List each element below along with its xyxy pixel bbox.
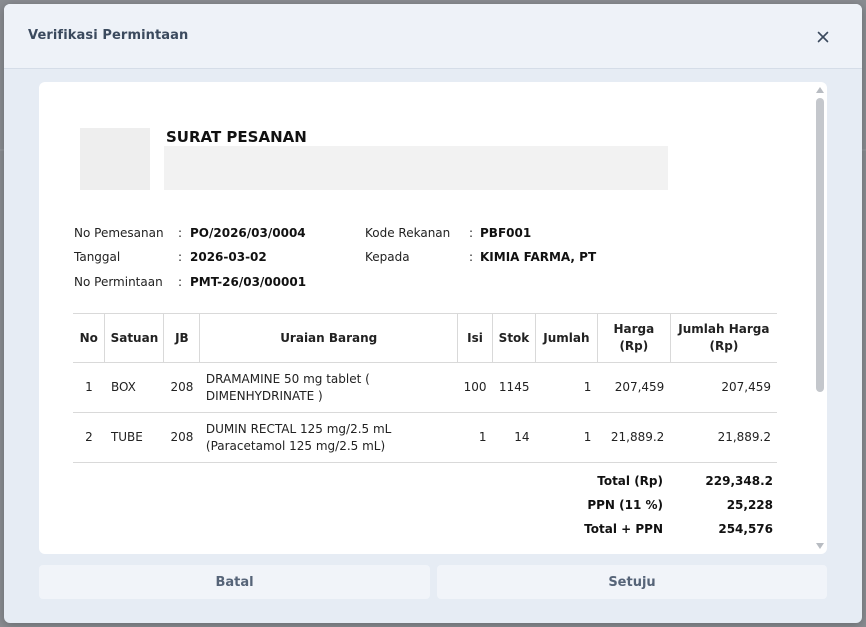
col-jumlah-harga-line1: Jumlah Harga <box>678 322 770 336</box>
cell-uraian-line2: (Paracetamol 125 mg/2.5 mL) <box>205 438 386 453</box>
cell-isi: 100 <box>457 362 493 413</box>
cell-jumlah: 1 <box>535 362 598 413</box>
cell-stok: 1145 <box>492 362 536 413</box>
table-header-row: No Satuan JB Uraian Barang Isi Stok Juml… <box>73 313 777 363</box>
no-pemesanan-value: PO/2026/03/0004 <box>190 226 306 240</box>
total-label: Total (Rp) <box>597 474 663 488</box>
cell-uraian-line1: DUMIN RECTAL 125 mg/2.5 mL <box>205 421 392 436</box>
totals-block: Total (Rp) 229,348.2 PPN (11 %) 25,228 T… <box>523 474 783 544</box>
arrow-up-icon[interactable] <box>815 85 825 95</box>
col-jumlah-harga: Jumlah Harga (Rp) <box>670 313 777 363</box>
document-preview[interactable]: SURAT PESANAN No Pemesanan : PO/2026/03/… <box>39 82 827 554</box>
colon: : <box>178 275 183 289</box>
modal-title: Verifikasi Permintaan <box>28 28 189 43</box>
col-no: No <box>73 313 106 363</box>
vertical-scrollbar[interactable] <box>813 82 827 554</box>
cell-jb: 208 <box>163 412 200 463</box>
tanggal-value: 2026-03-02 <box>190 250 267 264</box>
cancel-button[interactable]: Batal <box>39 565 430 599</box>
cell-uraian: DUMIN RECTAL 125 mg/2.5 mL (Paracetamol … <box>199 412 458 463</box>
cell-uraian: DRAMAMINE 50 mg tablet ( DIMENHYDRINATE … <box>199 362 458 413</box>
col-isi: Isi <box>457 313 493 363</box>
cell-jumlah: 1 <box>535 412 598 463</box>
verification-modal: Verifikasi Permintaan SURAT PESANAN No P… <box>4 4 862 623</box>
close-button[interactable] <box>812 26 834 48</box>
grand-total-label: Total + PPN <box>584 522 663 536</box>
supplier-meta: Kode Rekanan : PBF001 Kepada : KIMIA FAR… <box>365 226 625 276</box>
no-permintaan-value: PMT-26/03/00001 <box>190 275 307 289</box>
col-jb: JB <box>163 313 201 363</box>
cell-satuan: TUBE <box>104 412 164 463</box>
colon: : <box>178 250 183 264</box>
cell-jumlah-harga: 21,889.2 <box>670 412 777 463</box>
modal-header: Verifikasi Permintaan <box>4 4 862 69</box>
colon: : <box>469 226 474 240</box>
cell-uraian-line2: DIMENHYDRINATE ) <box>205 388 323 403</box>
ppn-label: PPN (11 %) <box>587 498 663 512</box>
cell-satuan: BOX <box>104 362 164 413</box>
cell-no: 2 <box>73 412 105 463</box>
cell-jb: 208 <box>163 362 200 413</box>
scrollbar-thumb[interactable] <box>816 98 824 392</box>
kepada-value: KIMIA FARMA, PT <box>480 250 597 264</box>
table-row: 2 TUBE 208 DUMIN RECTAL 125 mg/2.5 mL (P… <box>73 412 777 463</box>
cell-uraian-line1: DRAMAMINE 50 mg tablet ( <box>205 371 370 386</box>
col-jumlah: Jumlah <box>535 313 598 363</box>
col-jumlah-harga-line2: (Rp) <box>709 339 739 353</box>
kode-rekanan-value: PBF001 <box>480 226 532 240</box>
col-stok: Stok <box>492 313 536 363</box>
kode-rekanan-label: Kode Rekanan <box>365 226 451 240</box>
arrow-down-icon[interactable] <box>815 541 825 551</box>
no-pemesanan-label: No Pemesanan <box>74 226 164 240</box>
table-row: 1 BOX 208 DRAMAMINE 50 mg tablet ( DIMEN… <box>73 362 777 413</box>
kepada-label: Kepada <box>365 250 410 264</box>
cell-stok: 14 <box>492 412 536 463</box>
cell-jumlah-harga: 207,459 <box>670 362 777 413</box>
ppn-value: 25,228 <box>726 498 773 512</box>
cell-no: 1 <box>73 362 105 413</box>
order-meta: No Pemesanan : PO/2026/03/0004 Tanggal :… <box>74 226 394 296</box>
col-harga: Harga (Rp) <box>597 313 671 363</box>
no-permintaan-label: No Permintaan <box>74 275 163 289</box>
document-title: SURAT PESANAN <box>166 128 307 146</box>
grand-total-value: 254,576 <box>718 522 773 536</box>
col-harga-line2: (Rp) <box>619 339 649 353</box>
col-uraian: Uraian Barang <box>199 313 459 363</box>
approve-button[interactable]: Setuju <box>437 565 827 599</box>
col-harga-line1: Harga <box>613 322 655 336</box>
tanggal-label: Tanggal <box>74 250 121 264</box>
cell-harga: 21,889.2 <box>597 412 671 463</box>
colon: : <box>469 250 474 264</box>
col-satuan: Satuan <box>104 313 165 363</box>
logo-placeholder <box>80 128 150 190</box>
colon: : <box>178 226 183 240</box>
letterhead-placeholder <box>164 146 668 190</box>
cell-harga: 207,459 <box>597 362 671 413</box>
total-value: 229,348.2 <box>705 474 773 488</box>
items-table: No Satuan JB Uraian Barang Isi Stok Juml… <box>73 313 777 463</box>
cell-isi: 1 <box>457 412 493 463</box>
close-icon <box>817 31 829 43</box>
